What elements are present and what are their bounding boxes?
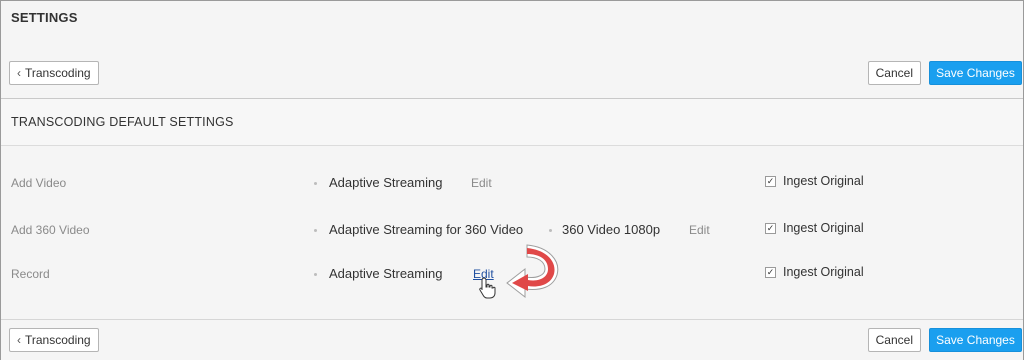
back-button-label: Transcoding [25, 66, 91, 80]
checkbox-label: Ingest Original [783, 265, 864, 279]
page-title: SETTINGS [11, 10, 78, 25]
curved-arrow-icon [506, 244, 559, 299]
edit-link[interactable]: Edit [471, 176, 492, 190]
cancel-button[interactable]: Cancel [867, 328, 921, 352]
back-transcoding-button[interactable]: ‹ Transcoding [9, 328, 99, 352]
preset-value: Adaptive Streaming [329, 175, 443, 190]
cancel-button[interactable]: Cancel [867, 61, 921, 85]
preset-extra-value: 360 Video 1080p [562, 222, 661, 237]
bullet-icon [314, 229, 317, 232]
checkbox-label: Ingest Original [783, 221, 864, 235]
bullet-icon [314, 273, 317, 276]
chevron-left-icon: ‹ [17, 66, 21, 80]
checkbox-label: Ingest Original [783, 174, 864, 188]
settings-row-add-video: Add Video Adaptive Streaming Edit ✓ Inge… [1, 164, 1023, 204]
top-toolbar: ‹ Transcoding Cancel Save Changes [1, 53, 1023, 93]
settings-panel: SETTINGS ‹ Transcoding Cancel Save Change… [0, 0, 1024, 360]
chevron-left-icon: ‹ [17, 333, 21, 347]
edit-link[interactable]: Edit [689, 223, 710, 237]
row-label: Record [11, 267, 50, 281]
back-button-label: Transcoding [25, 333, 91, 347]
row-label: Add Video [11, 176, 67, 190]
back-transcoding-button[interactable]: ‹ Transcoding [9, 61, 99, 85]
bottom-toolbar: ‹ Transcoding Cancel Save Changes [1, 319, 1023, 360]
preset-value: Adaptive Streaming [329, 266, 443, 281]
preset-value: Adaptive Streaming for 360 Video [329, 222, 524, 237]
hand-pointer-icon [479, 277, 496, 299]
row-label: Add 360 Video [11, 223, 90, 237]
checkbox-checked-icon[interactable]: ✓ [765, 176, 776, 187]
save-changes-button[interactable]: Save Changes [929, 328, 1022, 352]
checkbox-checked-icon[interactable]: ✓ [765, 267, 776, 278]
save-changes-button[interactable]: Save Changes [929, 61, 1022, 85]
bullet-icon [314, 182, 317, 185]
checkbox-checked-icon[interactable]: ✓ [765, 223, 776, 234]
bullet-icon [549, 229, 552, 232]
section-title: TRANSCODING DEFAULT SETTINGS [11, 115, 234, 129]
section-header: TRANSCODING DEFAULT SETTINGS [1, 98, 1023, 146]
